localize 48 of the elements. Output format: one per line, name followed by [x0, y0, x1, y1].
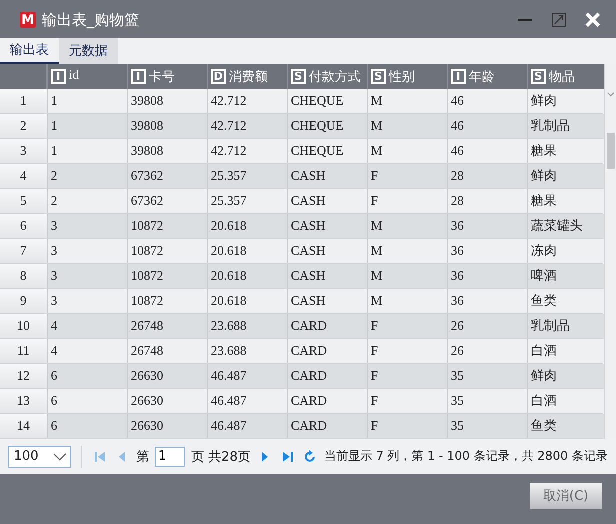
maximize-icon [551, 12, 567, 28]
row-number: 10 [0, 314, 47, 339]
type-badge: I [451, 69, 466, 84]
column-label: 性别 [389, 68, 415, 86]
row-number: 2 [0, 114, 47, 139]
first-page-icon [94, 450, 106, 462]
type-badge: I [51, 69, 66, 84]
chevron-down-icon [52, 452, 67, 460]
column-label: id [69, 67, 80, 83]
type-badge: S [291, 69, 306, 84]
row-number: 14 [0, 414, 47, 439]
row-number: 13 [0, 389, 47, 414]
row-number: 4 [0, 164, 47, 189]
row-number: 5 [0, 189, 47, 214]
type-badge: I [131, 69, 146, 84]
app-logo: M [20, 12, 36, 28]
tab[interactable]: 元数据 [59, 38, 118, 64]
column-label: 付款方式 [309, 68, 361, 86]
row-number: 11 [0, 339, 47, 364]
previous-icon [117, 450, 128, 462]
refresh-icon [303, 450, 318, 464]
page-input[interactable]: 1 [155, 446, 186, 466]
minimize-icon [518, 19, 532, 21]
last-page-icon [282, 450, 294, 462]
scrollbar-thumb[interactable] [606, 133, 614, 169]
column-label: 卡号 [149, 68, 175, 86]
scroll-down-icon [606, 92, 614, 98]
window-title: 输出表_购物篮 [42, 10, 140, 30]
cancel-button[interactable]: 取消(C) [530, 483, 602, 509]
type-badge: D [211, 69, 226, 84]
type-badge: S [531, 69, 546, 84]
page-size-select[interactable]: 100 [8, 446, 71, 468]
row-number: 7 [0, 239, 47, 264]
row-number: 12 [0, 364, 47, 389]
record-status: 当前显示 7 列，第 1 - 100 条记录，共 2800 条记录 [324, 448, 608, 465]
row-number: 6 [0, 214, 47, 239]
next-icon [260, 450, 270, 462]
page-label: 第 [136, 448, 150, 466]
column-label: 年龄 [469, 68, 495, 86]
page-count: 页 共28页 [191, 448, 252, 466]
row-number: 8 [0, 264, 47, 289]
column-label: 物品 [549, 68, 575, 86]
row-number: 3 [0, 139, 47, 164]
close-icon [585, 12, 601, 28]
column-label: 消费额 [229, 68, 268, 86]
row-number: 1 [0, 89, 47, 114]
type-badge: S [371, 69, 386, 84]
row-number: 9 [0, 289, 47, 314]
